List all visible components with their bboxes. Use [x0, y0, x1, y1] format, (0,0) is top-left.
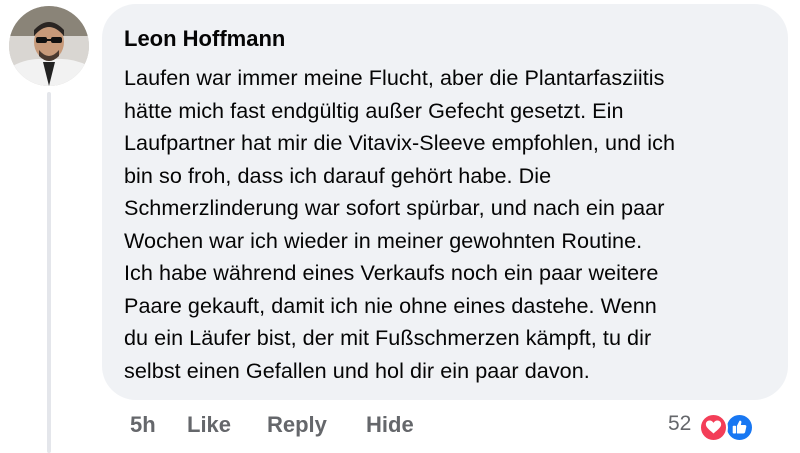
comment-line: Wochen war ich wieder in meiner gewohnte… — [124, 227, 643, 253]
thumbs-up-icon[interactable] — [725, 413, 754, 442]
comment-line: selbst einen Gefallen und hol dir ein pa… — [124, 357, 590, 383]
comment-view: Leon Hoffmann Laufen war immer meine Flu… — [0, 0, 800, 453]
like-button[interactable]: Like — [187, 412, 231, 438]
comment-line: Ich habe während eines Verkaufs noch ein… — [124, 260, 659, 285]
comment-line: Paare gekauft, damit ich nie ohne eines … — [124, 292, 657, 318]
comment-line: hätte mich fast endgültig außer Gefecht … — [124, 97, 624, 123]
thread-line — [47, 92, 51, 453]
comment-line: Laufen war immer meine Flucht, aber die … — [124, 65, 665, 90]
comment-author[interactable]: Leon Hoffmann — [124, 26, 285, 52]
reply-button[interactable]: Reply — [267, 412, 327, 438]
comment-line: Schmerzlinderung war sofort spürbar, und… — [124, 195, 665, 220]
reaction-count[interactable]: 52 — [668, 412, 691, 436]
avatar[interactable] — [9, 6, 89, 86]
comment-line: Laufpartner hat mir die Vitavix-Sleeve e… — [124, 130, 676, 155]
comment-line: du ein Läufer bist, der mit Fußschmerzen… — [124, 325, 652, 350]
heart-icon[interactable] — [699, 413, 728, 442]
comment-actions: 5h Like Reply Hide 52 — [0, 408, 800, 444]
comment-text: Laufen war immer meine Flucht, aber die … — [124, 62, 774, 387]
comment-line: bin so froh, dass ich darauf gehört habe… — [124, 162, 552, 188]
hide-button[interactable]: Hide — [366, 412, 414, 438]
profile-photo — [9, 6, 89, 86]
timestamp-link[interactable]: 5h — [130, 412, 156, 438]
